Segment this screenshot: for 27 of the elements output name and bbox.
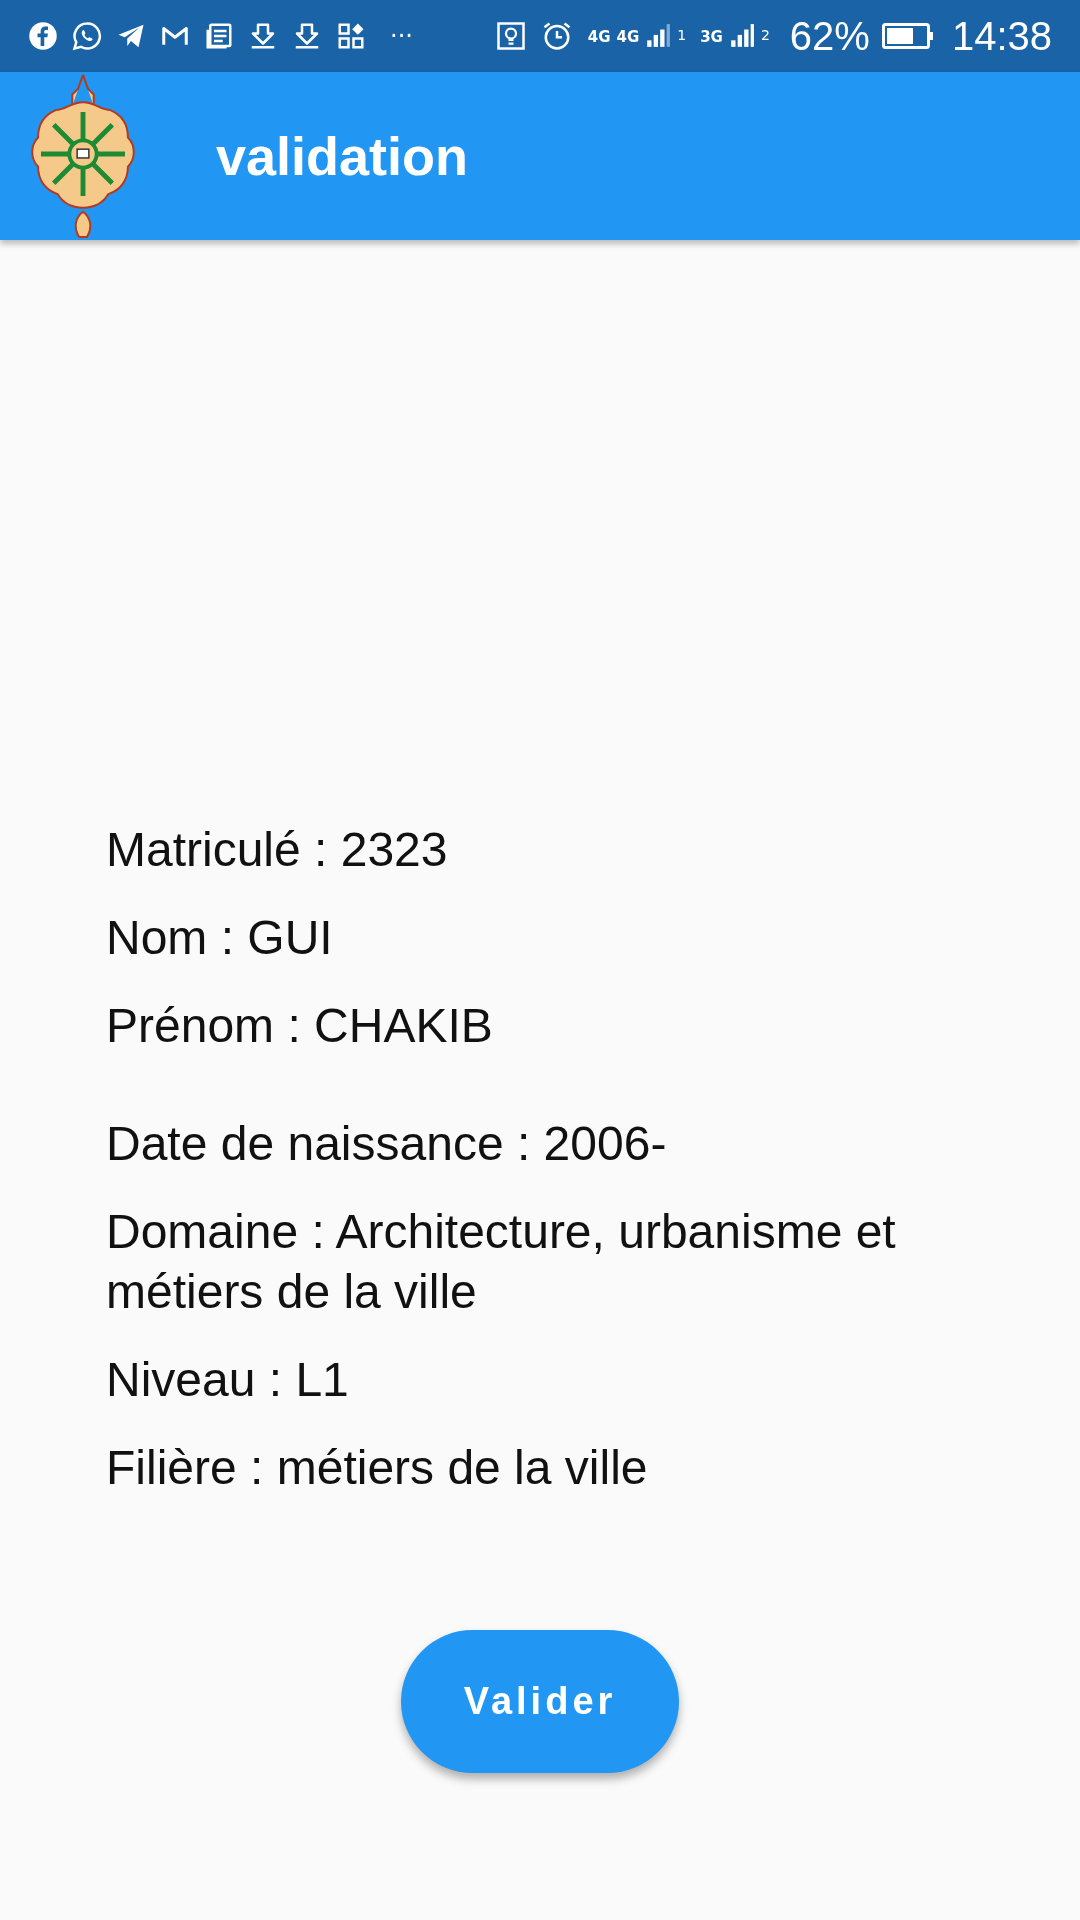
app-title: validation [216, 125, 469, 187]
signal-icon [645, 23, 672, 49]
battery-percent: 62% [789, 13, 870, 59]
info-text: Niveau : L1 [106, 1352, 350, 1408]
whatsapp-icon [72, 21, 102, 51]
news-icon [204, 21, 234, 51]
info-text: Filière : métiers de la ville [106, 1440, 649, 1496]
network-label: 3G [700, 27, 723, 46]
emblem-icon [28, 73, 138, 239]
validate-button[interactable]: Valider [401, 1630, 679, 1773]
info-text: Prénom : CHAKIB [106, 998, 494, 1054]
info-text: Date de naissance : 2006- [106, 1116, 668, 1172]
more-notifications: ··· [390, 22, 413, 50]
lightbulb-icon [495, 21, 526, 51]
signal-icon [728, 23, 755, 49]
battery-icon [881, 23, 934, 49]
sim-number: 2 [760, 26, 770, 43]
sim-number: 1 [677, 26, 687, 43]
info-text: Nom : GUI [106, 910, 334, 966]
clock: 14:38 [951, 13, 1052, 59]
info-text: Domaine : Architecture, urbanisme et métiers de la ville [106, 1204, 897, 1320]
facebook-icon [28, 21, 58, 51]
info-text: Matriculé : 2323 [106, 822, 449, 878]
network-label: 4G [587, 27, 611, 46]
network-label: 4G [616, 27, 640, 46]
alarm-icon [541, 21, 572, 51]
apps-icon [336, 21, 366, 51]
